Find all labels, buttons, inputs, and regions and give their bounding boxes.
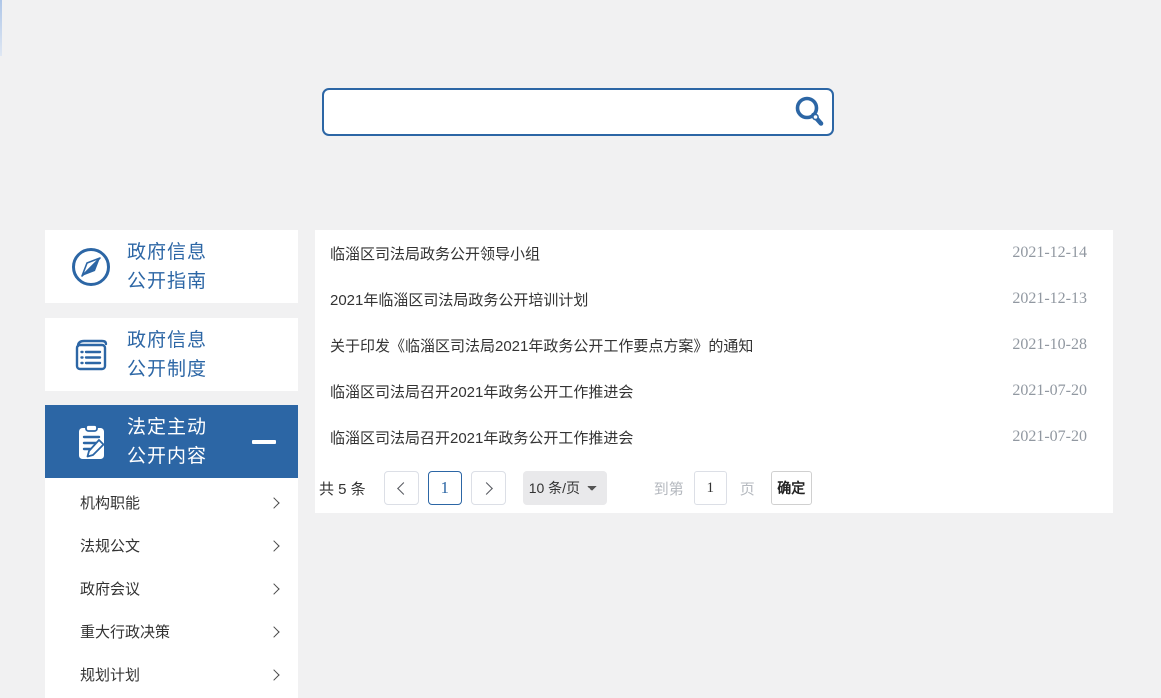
submenu-item[interactable]: 政府会议 (45, 567, 298, 610)
submenu-item[interactable]: 法规公文 (45, 524, 298, 567)
submenu-item-label: 法规公文 (80, 535, 140, 556)
chevron-right-icon (268, 626, 279, 637)
sidebar-item-gov-info-guide[interactable]: 政府信息 公开指南 (45, 230, 298, 303)
news-list-item[interactable]: 关于印发《临淄区司法局2021年政务公开工作要点方案》的通知 2021-10-2… (315, 322, 1113, 368)
goto-page-input[interactable] (694, 471, 727, 505)
prev-page-button[interactable] (384, 471, 419, 505)
chevron-right-icon (268, 540, 279, 551)
news-list-item[interactable]: 临淄区司法局召开2021年政务公开工作推进会 2021-07-20 (315, 414, 1113, 460)
news-list-panel: 临淄区司法局政务公开领导小组 2021-12-14 2021年临淄区司法局政务公… (315, 230, 1113, 513)
news-list: 临淄区司法局政务公开领导小组 2021-12-14 2021年临淄区司法局政务公… (315, 230, 1113, 460)
news-list-item[interactable]: 2021年临淄区司法局政务公开培训计划 2021-12-13 (315, 276, 1113, 322)
pagination-bar: 共 5 条 1 10 条/页 到第 页 确定 (319, 471, 1109, 505)
sidebar-item-label: 政府信息 公开制度 (127, 326, 207, 384)
submenu-item-label: 机构职能 (80, 492, 140, 513)
submenu-item[interactable]: 重大行政决策 (45, 610, 298, 653)
search-input[interactable] (324, 90, 788, 134)
search-icon (792, 94, 828, 130)
chevron-right-icon (480, 482, 493, 495)
search-bar (322, 88, 834, 136)
news-title: 临淄区司法局召开2021年政务公开工作推进会 (330, 381, 992, 402)
page-number-button[interactable]: 1 (428, 471, 462, 505)
pagination-total: 共 5 条 (319, 478, 366, 499)
news-title: 关于印发《临淄区司法局2021年政务公开工作要点方案》的通知 (330, 335, 992, 356)
news-title: 临淄区司法局召开2021年政务公开工作推进会 (330, 427, 992, 448)
page-unit-label: 页 (740, 478, 755, 499)
submenu-item-label: 政府会议 (80, 578, 140, 599)
news-title: 临淄区司法局政务公开领导小组 (330, 243, 992, 264)
collapse-minus-icon (252, 440, 276, 444)
sidebar-submenu: 机构职能 法规公文 政府会议 重大行政决策 规划计划 (45, 478, 298, 698)
news-date: 2021-07-20 (1012, 428, 1087, 446)
news-date: 2021-10-28 (1012, 336, 1087, 354)
chevron-right-icon (268, 669, 279, 680)
compass-icon (69, 245, 113, 289)
news-date: 2021-12-14 (1012, 244, 1087, 262)
submenu-item[interactable]: 机构职能 (45, 481, 298, 524)
sidebar-item-statutory-disclosure[interactable]: 法定主动 公开内容 (45, 405, 298, 478)
chevron-left-icon (397, 482, 410, 495)
page-size-select[interactable]: 10 条/页 (523, 471, 607, 505)
goto-page-label: 到第 (654, 478, 684, 499)
chevron-right-icon (268, 497, 279, 508)
chevron-right-icon (268, 583, 279, 594)
document-icon (69, 333, 113, 377)
submenu-item[interactable]: 规划计划 (45, 653, 298, 696)
submenu-item-label: 重大行政决策 (80, 621, 170, 642)
news-title: 2021年临淄区司法局政务公开培训计划 (330, 289, 992, 310)
sidebar-item-gov-info-system[interactable]: 政府信息 公开制度 (45, 318, 298, 391)
news-list-item[interactable]: 临淄区司法局政务公开领导小组 2021-12-14 (315, 230, 1113, 276)
next-page-button[interactable] (471, 471, 506, 505)
confirm-button[interactable]: 确定 (771, 471, 812, 505)
submenu-item-label: 规划计划 (80, 664, 140, 685)
search-button[interactable] (788, 90, 832, 134)
page-edge-decoration (0, 0, 2, 56)
sidebar-item-label: 政府信息 公开指南 (127, 238, 207, 296)
news-date: 2021-07-20 (1012, 382, 1087, 400)
clipboard-pen-icon (69, 420, 113, 464)
news-date: 2021-12-13 (1012, 290, 1087, 308)
news-list-item[interactable]: 临淄区司法局召开2021年政务公开工作推进会 2021-07-20 (315, 368, 1113, 414)
sidebar-item-label: 法定主动 公开内容 (127, 413, 207, 471)
